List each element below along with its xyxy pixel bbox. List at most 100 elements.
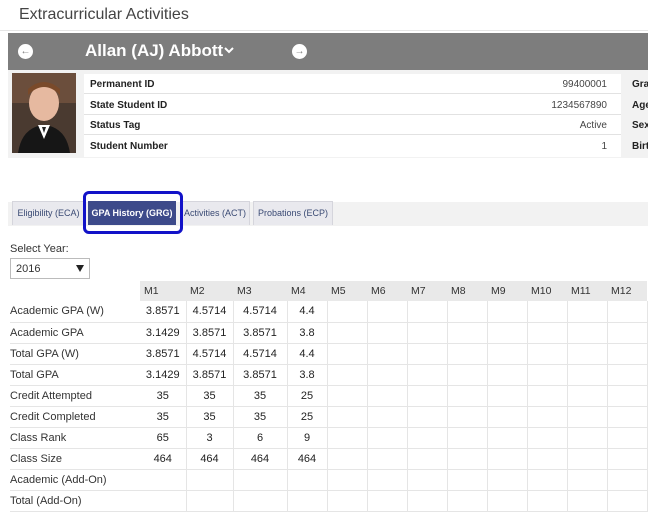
table-row: Total (Add-On) xyxy=(10,490,648,512)
info-value: 1234567890 xyxy=(551,99,607,111)
age-label: Age xyxy=(632,99,648,111)
table-cell: 464 xyxy=(186,448,234,470)
table-cell xyxy=(487,385,528,407)
table-cell: 35 xyxy=(186,406,234,428)
table-cell: 3.8571 xyxy=(233,364,288,386)
chevron-down-icon[interactable] xyxy=(224,45,234,55)
table-cell xyxy=(567,364,608,386)
tab-highlight-box xyxy=(83,191,183,234)
table-cell: 25 xyxy=(287,385,328,407)
table-cell: 3.8571 xyxy=(186,364,234,386)
table-cell: 3 xyxy=(186,427,234,449)
table-cell xyxy=(327,448,368,470)
table-cell xyxy=(567,343,608,365)
table-cell xyxy=(327,322,368,344)
row-label: Academic (Add-On) xyxy=(10,469,140,491)
table-cell xyxy=(567,469,608,491)
table-cell xyxy=(140,469,187,491)
table-cell xyxy=(567,301,608,323)
year-select[interactable]: 2016 xyxy=(10,258,90,279)
table-cell: 4.4 xyxy=(287,301,328,323)
table-cell: 35 xyxy=(233,385,288,407)
row-label: Academic GPA xyxy=(10,322,140,344)
table-cell xyxy=(527,490,568,512)
table-cell: 464 xyxy=(287,448,328,470)
column-header: M3 xyxy=(233,281,287,301)
table-cell: 3.1429 xyxy=(140,364,187,386)
table-cell xyxy=(607,448,648,470)
table-cell: 464 xyxy=(233,448,288,470)
table-cell: 3.8571 xyxy=(140,343,187,365)
title-divider xyxy=(0,30,648,31)
student-name[interactable]: Allan (AJ) Abbott xyxy=(85,41,223,61)
table-cell xyxy=(487,301,528,323)
table-cell xyxy=(487,490,528,512)
table-cell xyxy=(527,469,568,491)
table-row: Academic GPA 3.1429 3.8571 3.8571 3.8 xyxy=(10,322,648,344)
table-cell: 464 xyxy=(140,448,187,470)
table-cell xyxy=(527,427,568,449)
tab-activities[interactable]: Activities (ACT) xyxy=(180,201,250,225)
table-cell xyxy=(527,343,568,365)
year-select-value: 2016 xyxy=(16,263,41,275)
table-cell xyxy=(327,301,368,323)
table-cell xyxy=(567,490,608,512)
table-cell xyxy=(567,406,608,428)
table-cell xyxy=(327,490,368,512)
table-cell xyxy=(487,406,528,428)
table-cell xyxy=(567,427,608,449)
row-label: Total GPA (W) xyxy=(10,343,140,365)
table-cell xyxy=(367,406,408,428)
table-cell xyxy=(527,322,568,344)
row-label: Class Rank xyxy=(10,427,140,449)
table-cell xyxy=(607,406,648,428)
table-cell: 3.8 xyxy=(287,322,328,344)
table-cell: 35 xyxy=(140,406,187,428)
table-cell: 4.5714 xyxy=(233,343,288,365)
column-header: M12 xyxy=(607,281,647,301)
tab-probations[interactable]: Probations (ECP) xyxy=(253,201,333,225)
sex-label: Sex xyxy=(632,120,648,131)
table-cell xyxy=(567,448,608,470)
previous-student-arrow-icon[interactable]: ← xyxy=(18,44,33,59)
column-header: M8 xyxy=(447,281,487,301)
info-value: 1 xyxy=(601,140,607,152)
table-cell xyxy=(487,364,528,386)
table-cell xyxy=(327,469,368,491)
table-cell xyxy=(367,448,408,470)
table-cell xyxy=(447,385,488,407)
table-cell xyxy=(447,490,488,512)
table-cell xyxy=(367,427,408,449)
row-label: Academic GPA (W) xyxy=(10,301,140,323)
table-cell xyxy=(607,322,648,344)
info-row-student-number: Student Number 1 xyxy=(84,136,621,156)
info-label: Status Tag xyxy=(90,120,141,131)
table-cell xyxy=(407,448,448,470)
birthdate-label: Birt xyxy=(632,140,648,152)
table-cell: 3.1429 xyxy=(140,322,187,344)
table-cell xyxy=(367,301,408,323)
gpa-history-table: M1 M2 M3 M4 M5 M6 M7 M8 M9 M10 M11 M12 A… xyxy=(10,281,648,512)
column-header: M11 xyxy=(567,281,607,301)
table-cell: 35 xyxy=(233,406,288,428)
table-cell xyxy=(447,448,488,470)
table-cell xyxy=(567,322,608,344)
table-cell: 3.8571 xyxy=(186,322,234,344)
table-cell xyxy=(607,427,648,449)
table-cell xyxy=(186,490,234,512)
next-student-arrow-icon[interactable]: → xyxy=(292,44,307,59)
column-header: M5 xyxy=(327,281,367,301)
table-cell xyxy=(327,427,368,449)
column-header: M1 xyxy=(140,281,186,301)
table-cell xyxy=(447,364,488,386)
tab-eligibility[interactable]: Eligibility (ECA) xyxy=(12,201,85,225)
column-header: M6 xyxy=(367,281,407,301)
table-cell: 3.8571 xyxy=(140,301,187,323)
table-cell xyxy=(233,469,288,491)
table-cell xyxy=(567,385,608,407)
table-cell xyxy=(447,469,488,491)
table-cell xyxy=(487,469,528,491)
table-cell xyxy=(447,427,488,449)
row-label: Credit Attempted xyxy=(10,385,140,407)
table-cell xyxy=(367,469,408,491)
